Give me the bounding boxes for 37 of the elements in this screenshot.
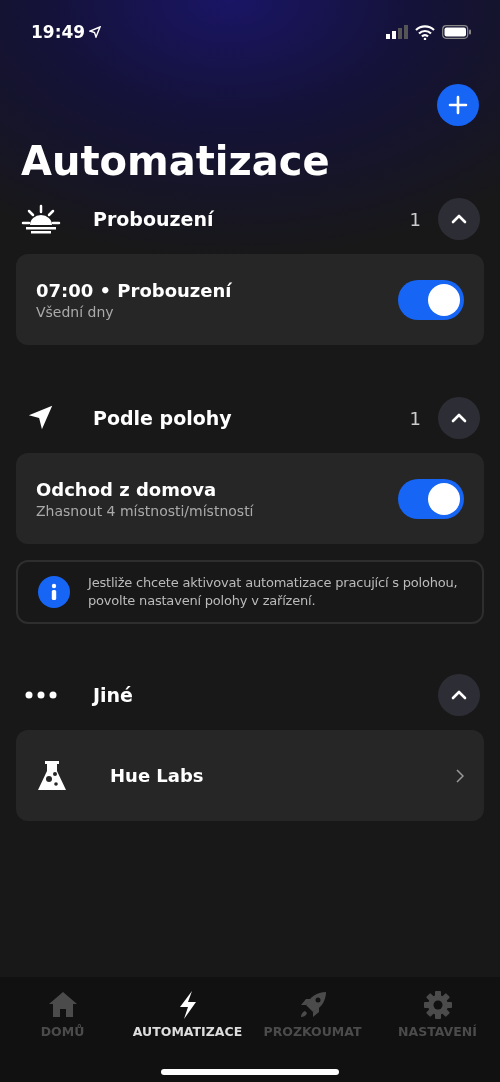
- page-title: Automatizace: [21, 138, 331, 184]
- battery-icon: [442, 25, 472, 39]
- row-title: Hue Labs: [110, 765, 205, 787]
- more-icon: [25, 691, 57, 700]
- collapse-button[interactable]: [438, 674, 480, 717]
- location-arrow-icon: [89, 26, 102, 38]
- flask-icon: [36, 759, 68, 792]
- tab[interactable]: AUTOMATIZACE: [125, 989, 250, 1039]
- collapse-button[interactable]: [438, 198, 480, 240]
- add-button[interactable]: [437, 84, 479, 126]
- section-title: Probouzení: [93, 208, 215, 230]
- section-title: Podle polohy: [93, 407, 233, 429]
- section-title: Jiné: [93, 684, 134, 707]
- section-count: 1: [409, 407, 421, 429]
- sunrise-icon: [21, 204, 61, 234]
- chevron-up-icon: [451, 214, 467, 224]
- automation-title: Odchod z domova: [36, 478, 218, 500]
- automation-card[interactable]: Odchod z domova Zhasnout 4 místnosti/místností: [16, 453, 484, 544]
- chevron-right-icon: [456, 768, 464, 783]
- wifi-icon: [415, 24, 435, 40]
- toggle-switch[interactable]: [398, 279, 464, 320]
- section-count: 1: [409, 208, 421, 230]
- automation-card[interactable]: 07:00 • Probouzení Všední dny: [16, 254, 484, 345]
- automation-subtitle: Zhasnout 4 místnosti/místností: [36, 502, 255, 519]
- plus-icon: [448, 95, 468, 115]
- info-icon: [38, 576, 70, 609]
- signal-icon: [386, 25, 408, 39]
- status-time: 19:49: [31, 22, 86, 42]
- automation-title: 07:00 • Probouzení: [36, 279, 233, 301]
- settings-icon: [421, 989, 454, 1021]
- automation-subtitle: Všední dny: [36, 303, 115, 320]
- collapse-button[interactable]: [438, 397, 480, 439]
- hue-labs-row[interactable]: Hue Labs: [16, 730, 484, 822]
- toggle-switch[interactable]: [398, 478, 464, 519]
- chevron-up-icon: [451, 413, 467, 423]
- info-text: Jestliže chcete aktivovat automatizace pracující s polohou, povolte nastavení polohy v zařízení.: [88, 574, 459, 611]
- chevron-up-icon: [451, 690, 467, 701]
